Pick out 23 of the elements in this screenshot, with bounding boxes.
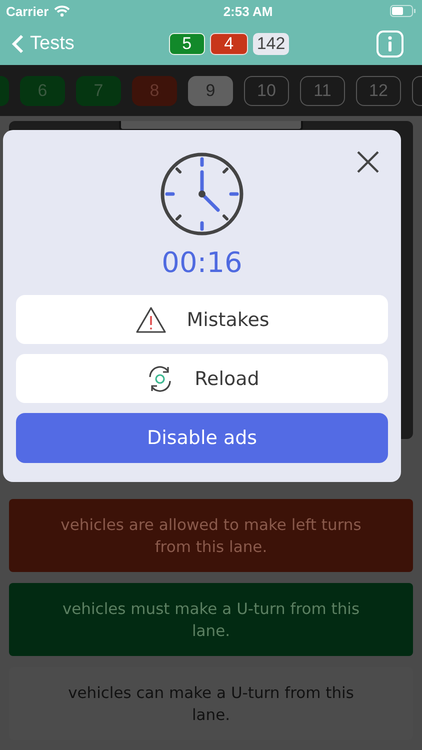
question-number-button[interactable]: 10 <box>244 76 289 106</box>
clock-icon <box>160 152 244 236</box>
clock-time: 2:53 AM <box>223 4 273 18</box>
wifi-icon <box>54 5 70 17</box>
back-button[interactable]: Tests <box>12 32 112 54</box>
close-icon[interactable] <box>356 150 380 174</box>
answer-option[interactable]: vehicles must make a U-turn from this lane. <box>9 583 413 656</box>
info-icon[interactable] <box>376 30 404 58</box>
question-number-button[interactable]: 11 <box>300 76 345 106</box>
battery-icon <box>390 5 416 17</box>
score-badge: 4 <box>210 32 248 54</box>
question-number-button[interactable]: 9 <box>188 76 233 106</box>
score-badge: 142 <box>252 32 290 54</box>
score-badge: 5 <box>168 32 205 54</box>
dialog-button[interactable]: Disable ads <box>16 413 388 463</box>
answer-option[interactable]: vehicles are allowed to make left turns from this lane. <box>9 499 413 572</box>
dialog-button[interactable]: Mistakes <box>16 295 388 344</box>
back-chevron-icon <box>12 34 24 54</box>
timer-text: 00:16 <box>162 246 242 280</box>
dialog-button[interactable]: Reload <box>16 354 388 403</box>
warning-icon <box>134 306 167 334</box>
question-number-button[interactable]: 12 <box>356 76 401 106</box>
carrier-label: Carrier <box>6 4 49 18</box>
